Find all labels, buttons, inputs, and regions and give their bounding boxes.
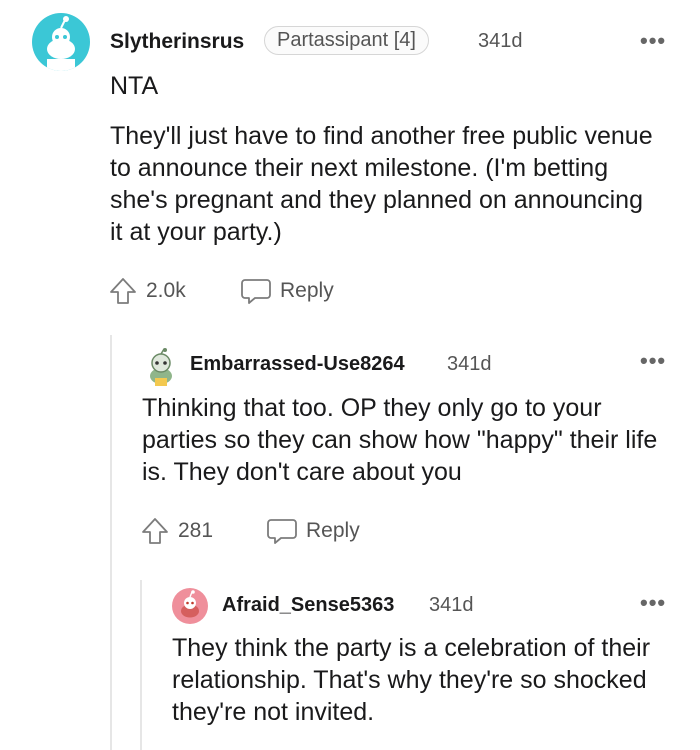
snoo-avatar-icon — [150, 348, 172, 386]
avatar[interactable] — [172, 588, 208, 624]
avatar[interactable] — [32, 13, 90, 71]
username[interactable]: Afraid_Sense5363 — [222, 594, 394, 617]
avatar[interactable] — [144, 348, 178, 386]
reply-button[interactable]: Reply — [266, 516, 360, 546]
more-options-icon[interactable]: ••• — [640, 590, 666, 616]
comment-3: Afraid_Sense5363 341d ••• They think the… — [0, 575, 700, 750]
reply-bubble-icon — [241, 279, 271, 304]
timestamp[interactable]: 341d — [478, 30, 523, 53]
comment-1: Slytherinsrus Partassipant [4] 341d ••• … — [0, 0, 700, 320]
username[interactable]: Embarrassed-Use8264 — [190, 353, 405, 376]
user-flair: Partassipant [4] — [264, 26, 429, 55]
timestamp[interactable]: 341d — [447, 353, 492, 376]
comment-text: Thinking that too. OP they only go to yo… — [142, 394, 658, 486]
reply-label: Reply — [306, 519, 360, 542]
comment-text: They think the party is a celebration of… — [172, 634, 651, 726]
reply-label: Reply — [280, 279, 334, 302]
timestamp[interactable]: 341d — [429, 594, 474, 617]
reply-bubble-icon — [267, 519, 297, 544]
username[interactable]: Slytherinsrus — [110, 30, 244, 54]
more-options-icon[interactable]: ••• — [640, 348, 666, 374]
more-options-icon[interactable]: ••• — [640, 28, 666, 54]
vote-score: 281 — [178, 519, 214, 542]
upvote-button[interactable]: 281 — [140, 516, 213, 546]
comment-text-short: NTA — [110, 72, 159, 100]
vote-score: 2.0k — [146, 279, 186, 302]
upvote-button[interactable]: 2.0k — [108, 276, 186, 306]
snoo-icon — [47, 16, 75, 71]
upvote-arrow-icon — [142, 518, 168, 544]
snoo-icon — [181, 590, 199, 618]
comment-2: Embarrassed-Use8264 341d ••• Thinking th… — [0, 330, 700, 570]
upvote-arrow-icon — [110, 278, 136, 304]
comment-text: They'll just have to find another free p… — [110, 122, 653, 246]
reply-button[interactable]: Reply — [240, 276, 334, 306]
